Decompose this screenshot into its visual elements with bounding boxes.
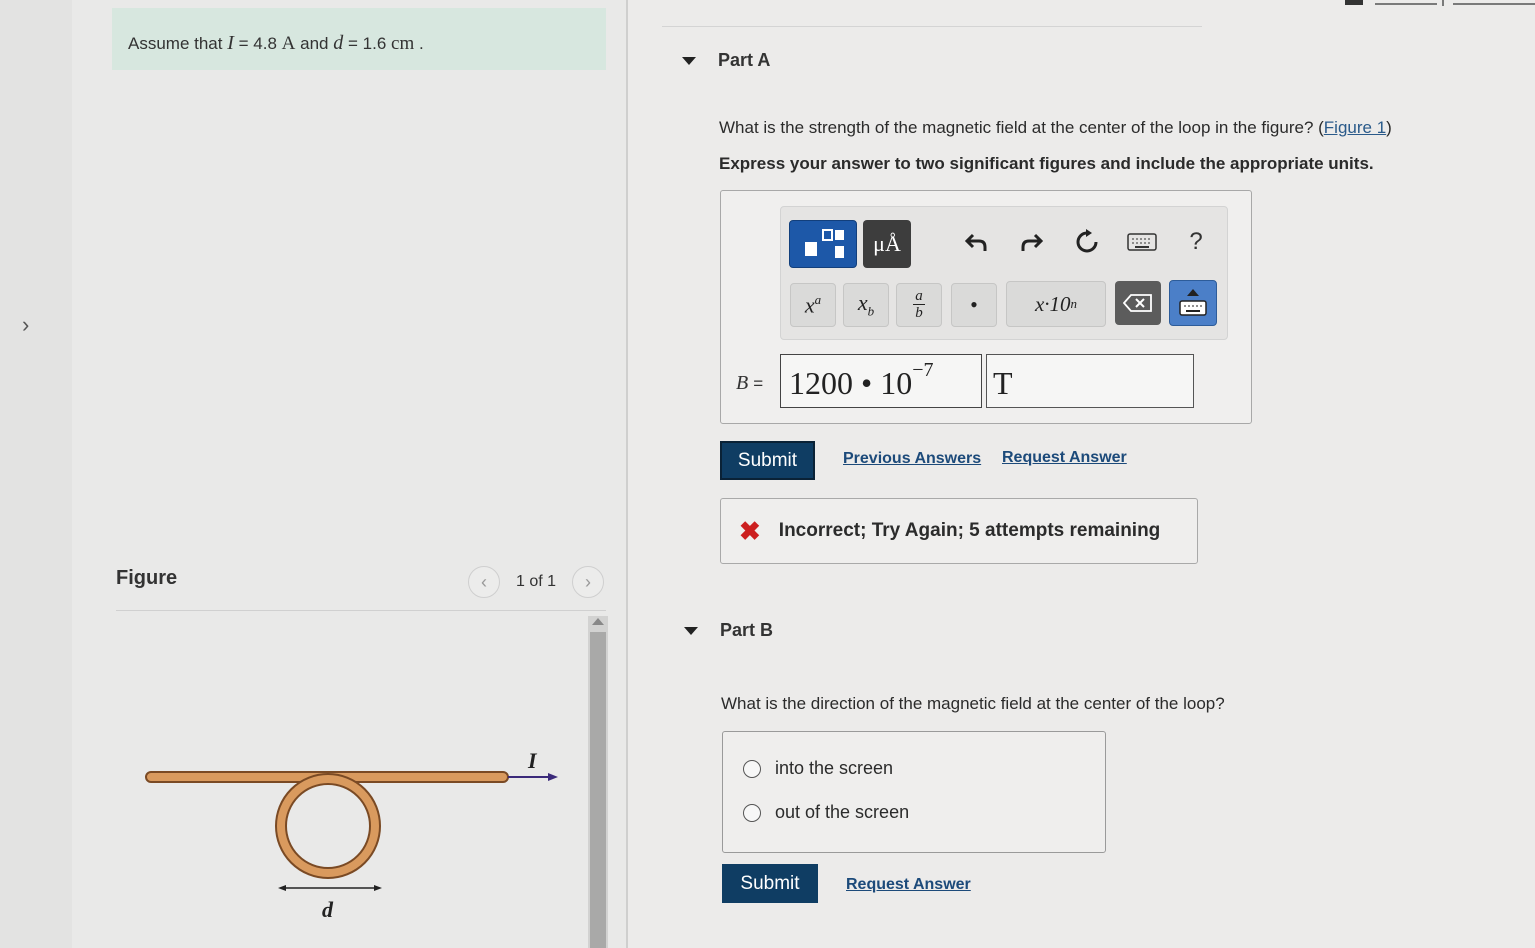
distance-label: d [322, 897, 334, 922]
part-b-header[interactable]: Part B [684, 620, 773, 641]
assume-prefix: Assume that [128, 34, 223, 53]
superscript-icon: xa [804, 291, 822, 318]
current-unit: A [281, 33, 296, 54]
part-a-submit-button[interactable]: Submit [720, 441, 815, 480]
option-into-screen[interactable]: into the screen [743, 758, 893, 779]
undo-button[interactable] [958, 222, 996, 262]
units-input[interactable]: T [986, 354, 1194, 408]
figure-page-count: 1 of 1 [516, 573, 557, 590]
undo-icon [965, 233, 987, 251]
chevron-right-icon: › [585, 571, 592, 592]
current-arrowhead-icon [548, 773, 558, 781]
value-exponent: −7 [912, 359, 934, 382]
review-header-fragment [1345, 0, 1535, 6]
option-out-of-screen[interactable]: out of the screen [743, 802, 909, 823]
figure-pager: ‹ 1 of 1 › [468, 566, 605, 598]
value-base: 1200 • 10 [789, 365, 913, 401]
current-variable: I [227, 32, 234, 54]
direction-options: into the screen out of the screen [722, 731, 1106, 853]
collapse-triangle-icon[interactable] [682, 56, 696, 65]
b-variable: B [736, 372, 749, 394]
subscript-icon: xb [857, 290, 875, 319]
part-b-submit-button[interactable]: Submit [722, 864, 818, 903]
refresh-icon [1076, 229, 1098, 253]
unit-value: T [993, 365, 1013, 401]
header-fragment-mark [1345, 0, 1363, 5]
next-figure-button[interactable]: › [572, 566, 605, 598]
option-label: out of the screen [775, 802, 910, 822]
units-label: μÅ [873, 231, 901, 256]
sci-notation-label: x·10 [1034, 291, 1071, 316]
redo-button[interactable] [1012, 222, 1050, 262]
help-label: ? [1189, 228, 1203, 255]
fraction-button[interactable]: a b [896, 283, 942, 327]
figure-title: Figure [116, 567, 178, 589]
distance-value: = 1.6 [347, 34, 387, 53]
scientific-notation-button[interactable]: x·10 n [1006, 281, 1106, 327]
keyboard-shortcuts-button[interactable] [1122, 224, 1162, 260]
distance-variable: d [333, 32, 344, 54]
radio-into-screen[interactable] [743, 759, 761, 778]
distance-unit: cm [391, 33, 415, 54]
part-b-request-answer-link[interactable]: Request Answer [846, 876, 971, 894]
incorrect-x-icon: ✖ [739, 515, 761, 546]
templates-icon [805, 229, 844, 258]
b-equals: = [753, 374, 764, 393]
loop-wire-diagram: I d [145, 748, 558, 922]
fraction-numerator: a [913, 288, 925, 305]
chevron-left-icon: ‹ [481, 571, 487, 592]
backspace-button[interactable] [1115, 281, 1161, 325]
figure-divider [116, 610, 606, 611]
collapse-triangle-icon[interactable] [684, 626, 698, 635]
dot-button[interactable]: • [951, 283, 997, 327]
current-value: = 4.8 [238, 34, 277, 53]
option-label: into the screen [775, 758, 894, 778]
radio-out-of-screen[interactable] [743, 803, 761, 822]
assumption-box: Assume that I = 4.8 A and d = 1.6 cm . [112, 8, 606, 70]
units-button[interactable]: μÅ [863, 220, 911, 268]
part-b-question: What is the direction of the magnetic fi… [721, 694, 1225, 713]
figure-link[interactable]: Figure 1 [1324, 118, 1386, 137]
feedback-message: ✖ Incorrect; Try Again; 5 attempts remai… [720, 498, 1198, 564]
part-a-question: What is the strength of the magnetic fie… [719, 118, 1479, 138]
distance-arrow-left-icon [278, 885, 286, 891]
part-a-title: Part A [718, 50, 771, 70]
backspace-icon [1123, 294, 1152, 312]
value-input[interactable]: 1200 • 10−7 [780, 354, 982, 408]
previous-answers-link[interactable]: Previous Answers [843, 450, 981, 468]
keyboard-icon [1127, 233, 1157, 251]
assume-and: and [300, 34, 329, 53]
templates-button[interactable] [789, 220, 857, 268]
top-divider [662, 26, 1202, 27]
part-b-title: Part B [720, 620, 774, 640]
assume-suffix: . [418, 34, 424, 53]
superscript-button[interactable]: xa [790, 283, 836, 327]
redo-icon [1021, 233, 1043, 251]
part-a-header[interactable]: Part A [682, 50, 770, 71]
keyboard-toggle-icon [1179, 289, 1207, 316]
distance-arrow-right-icon [374, 885, 382, 891]
part-a-question-text: What is the strength of the magnetic fie… [719, 118, 1324, 137]
current-label: I [527, 748, 538, 773]
dot-label: • [970, 292, 978, 317]
wire-loop [277, 775, 379, 877]
prev-figure-button[interactable]: ‹ [468, 566, 500, 598]
b-field-label: B = [736, 372, 763, 395]
reset-button[interactable] [1068, 222, 1106, 262]
part-a-question-end: ) [1386, 118, 1392, 137]
left-sidebar-strip: › [0, 0, 72, 948]
help-button[interactable]: ? [1178, 222, 1214, 262]
part-a-instruction: Express your answer to two significant f… [719, 154, 1374, 173]
expand-chevron-icon[interactable]: › [22, 312, 29, 338]
feedback-text: Incorrect; Try Again; 5 attempts remaini… [778, 520, 1161, 541]
scroll-up-icon[interactable] [592, 618, 604, 625]
fraction-denominator: b [915, 305, 923, 321]
toggle-keyboard-button[interactable] [1169, 280, 1217, 326]
figure-scrollbar[interactable] [588, 616, 608, 948]
scrollbar-thumb[interactable] [590, 632, 606, 948]
subscript-button[interactable]: xb [843, 283, 889, 327]
part-a-request-answer-link[interactable]: Request Answer [1002, 449, 1127, 467]
sci-notation-exponent: n [1070, 296, 1078, 311]
